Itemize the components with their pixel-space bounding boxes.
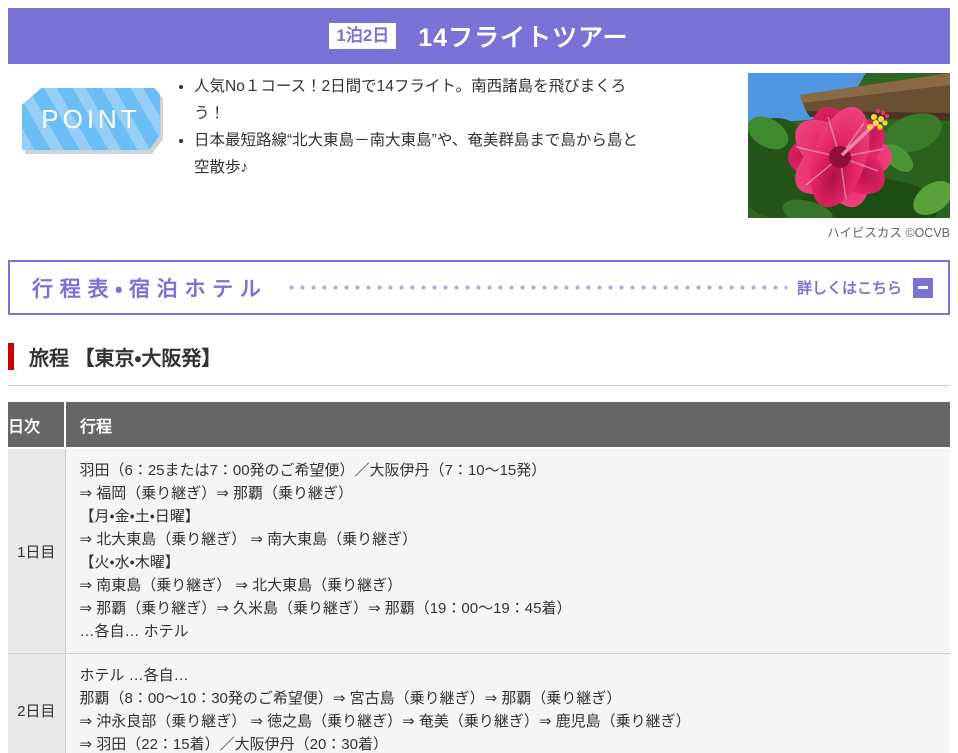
detail-link-label: 詳しくはこちら	[796, 280, 902, 297]
schedule-banner: 行程表・宿泊ホテル 詳しくはこちら	[8, 260, 950, 315]
minus-icon[interactable]	[913, 277, 933, 298]
tour-page: 1泊2日 14フライトツアー POINT 人気No１コース！2日間で14フライト…	[0, 0, 958, 753]
page-title: 14フライトツアー	[418, 24, 629, 52]
page-header: 1泊2日 14フライトツアー	[8, 8, 950, 64]
column-header-day: 日次	[8, 402, 65, 448]
itinerary-table: 日次 行程 1日目 羽田（6：25または7：00発のご希望便）／大阪伊丹（7：10…	[8, 402, 950, 753]
point-bullet: 日本最短路線“北大東島－南大東島”や、奄美群島まで島から島と 空散歩♪	[194, 127, 734, 181]
divider-rule	[8, 385, 950, 386]
itinerary-cell: ホテル …各自… 那覇（8：00～10：30発のご希望便）⇒ 宮古島（乗り継ぎ）…	[64, 653, 950, 753]
itinerary-heading-text: 旅程 【東京・大阪発】	[29, 348, 222, 370]
hibiscus-photo: ハイビスカス ©OCVB	[748, 73, 950, 241]
detail-toggle-link[interactable]: 詳しくはこちら	[797, 277, 933, 298]
point-badge-label: POINT	[41, 103, 141, 134]
column-header-plan: 行程	[64, 402, 950, 448]
point-section: POINT 人気No１コース！2日間で14フライト。南西諸島を飛びまくろ う！日…	[8, 73, 950, 245]
duration-badge: 1泊2日	[329, 22, 397, 50]
table-header-row: 日次 行程	[8, 402, 950, 448]
red-bar-accent	[8, 343, 14, 370]
table-row: 1日目 羽田（6：25または7：00発のご希望便）／大阪伊丹（7：10～15発） …	[8, 447, 950, 654]
hibiscus-photo-image	[748, 73, 950, 218]
day-cell: 2日目	[8, 653, 65, 753]
itinerary-cell: 羽田（6：25または7：00発のご希望便）／大阪伊丹（7：10～15発） ⇒ 福…	[64, 447, 950, 654]
photo-caption: ハイビスカス ©OCVB	[827, 226, 950, 240]
point-badge: POINT	[22, 88, 160, 150]
day-cell: 1日目	[8, 447, 65, 654]
dotted-leader	[285, 285, 787, 290]
point-bullet: 人気No１コース！2日間で14フライト。南西諸島を飛びまくろ う！	[194, 73, 734, 127]
table-row: 2日目 ホテル …各自… 那覇（8：00～10：30発のご希望便）⇒ 宮古島（乗り…	[8, 653, 950, 753]
schedule-banner-title: 行程表・宿泊ホテル	[32, 277, 268, 301]
point-bullets: 人気No１コース！2日間で14フライト。南西諸島を飛びまくろ う！日本最短路線“…	[174, 73, 734, 181]
itinerary-heading: 旅程 【東京・大阪発】	[8, 342, 950, 371]
